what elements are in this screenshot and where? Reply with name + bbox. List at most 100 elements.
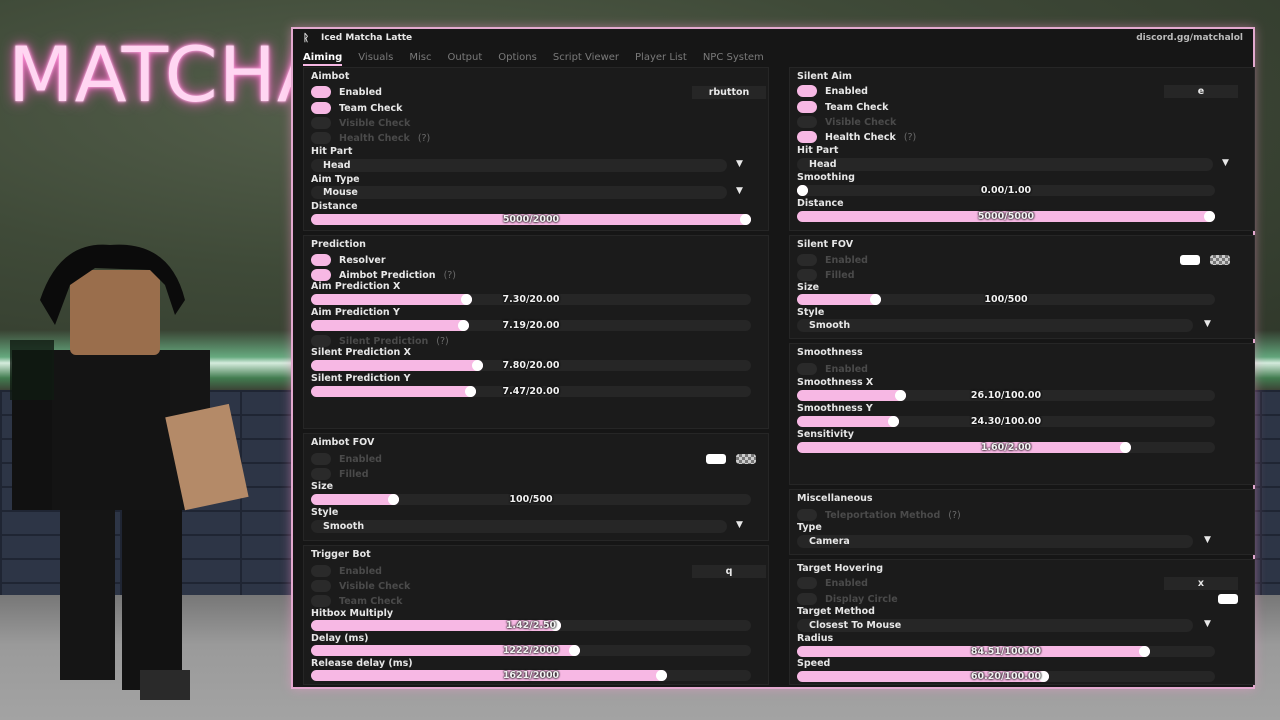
target-hovering-keybind[interactable]: x [1164, 577, 1238, 590]
aimbot-fov-enabled-toggle[interactable]: Enabled [311, 452, 382, 466]
silent-fov-size-slider[interactable]: 100/500 [797, 294, 1215, 305]
toggle-switch[interactable] [797, 593, 817, 605]
aim-prediction-y-slider[interactable]: 7.19/20.00 [311, 320, 751, 331]
aim-prediction-x-slider[interactable]: 7.30/20.00 [311, 294, 751, 305]
toggle-switch[interactable] [797, 131, 817, 143]
smoothness-x-slider[interactable]: 26.10/100.00 [797, 390, 1215, 401]
chevron-down-icon[interactable]: ▼ [1204, 535, 1211, 545]
silent-prediction-x-slider[interactable]: 7.80/20.00 [311, 360, 751, 371]
silent-fov-color-swatch[interactable] [1180, 255, 1200, 265]
release-delay-slider[interactable]: 1621/2000 [311, 670, 751, 681]
silent-aim-health-check-toggle[interactable]: Health Check (?) [797, 130, 916, 144]
radius-slider[interactable]: 84.51/100.00 [797, 646, 1215, 657]
toggle-switch[interactable] [311, 132, 331, 144]
tab-aiming[interactable]: Aiming [303, 52, 343, 66]
silent-distance-slider[interactable]: 5000/5000 [797, 211, 1215, 222]
distance-slider[interactable]: 5000/2000 [311, 214, 751, 225]
toggle-switch[interactable] [311, 269, 331, 281]
smoothness-enabled-toggle[interactable]: Enabled [797, 362, 868, 376]
toggle-switch[interactable] [311, 595, 331, 607]
silent-aim-keybind[interactable]: e [1164, 85, 1238, 98]
tab-npc-system[interactable]: NPC System [703, 52, 764, 63]
teleportation-method-toggle[interactable]: Teleportation Method (?) [797, 508, 961, 522]
aim-type-dropdown[interactable]: Mouse [311, 186, 727, 199]
silent-fov-enabled-toggle[interactable]: Enabled [797, 253, 868, 267]
tab-player-list[interactable]: Player List [635, 52, 687, 63]
help-icon[interactable]: (?) [948, 510, 960, 521]
toggle-switch[interactable] [311, 102, 331, 114]
trigger-bot-keybind[interactable]: q [692, 565, 766, 578]
tab-misc[interactable]: Misc [409, 52, 431, 63]
fov-style-dropdown[interactable]: Smooth [311, 520, 727, 533]
hit-part-dropdown[interactable]: Head [311, 159, 727, 172]
aimbot-enabled-toggle[interactable]: Enabled [311, 85, 382, 99]
smoothness-y-slider[interactable]: 24.30/100.00 [797, 416, 1215, 427]
silent-prediction-y-slider[interactable]: 7.47/20.00 [311, 386, 751, 397]
hitbox-multiply-slider[interactable]: 1.42/2.50 [311, 620, 751, 631]
tab-visuals[interactable]: Visuals [358, 52, 393, 63]
toggle-switch[interactable] [797, 363, 817, 375]
aimbot-visible-check-toggle[interactable]: Visible Check [311, 116, 410, 130]
toggle-switch[interactable] [311, 565, 331, 577]
aimbot-prediction-toggle[interactable]: Aimbot Prediction (?) [311, 268, 456, 282]
content-area: Aimbot Enabled rbutton Team Check Visibl… [303, 67, 1255, 685]
tab-script-viewer[interactable]: Script Viewer [553, 52, 619, 63]
aimbot-fov-filled-toggle[interactable]: Filled [311, 467, 369, 481]
chevron-down-icon[interactable]: ▼ [1204, 619, 1211, 629]
toggle-switch[interactable] [311, 117, 331, 129]
silent-aim-enabled-toggle[interactable]: Enabled [797, 84, 868, 98]
silent-aim-team-check-toggle[interactable]: Team Check [797, 100, 888, 114]
help-icon[interactable]: (?) [436, 336, 448, 347]
silent-fov-style-dropdown[interactable]: Smooth [797, 319, 1193, 332]
toggle-switch[interactable] [311, 453, 331, 465]
toggle-switch[interactable] [797, 509, 817, 521]
help-icon[interactable]: (?) [444, 270, 456, 281]
tab-options[interactable]: Options [498, 52, 537, 63]
toggle-switch[interactable] [797, 85, 817, 97]
silent-prediction-toggle[interactable]: Silent Prediction (?) [311, 334, 449, 348]
smoothing-slider[interactable]: 0.00/1.00 [797, 185, 1215, 196]
type-dropdown[interactable]: Camera [797, 535, 1193, 548]
discord-link[interactable]: discord.gg/matchalol [1136, 33, 1243, 43]
title-bar[interactable]: ᚱ Iced Matcha Latte discord.gg/matchalol [293, 29, 1253, 47]
toggle-switch[interactable] [311, 254, 331, 266]
display-circle-toggle[interactable]: Display Circle [797, 592, 898, 606]
chevron-down-icon[interactable]: ▼ [736, 186, 743, 196]
toggle-switch[interactable] [797, 269, 817, 281]
help-icon[interactable]: (?) [418, 133, 430, 144]
silent-fov-transparency-swatch[interactable] [1210, 255, 1230, 265]
aimbot-health-check-toggle[interactable]: Health Check (?) [311, 131, 430, 145]
aimbot-keybind[interactable]: rbutton [692, 86, 766, 99]
toggle-switch[interactable] [311, 468, 331, 480]
chevron-down-icon[interactable]: ▼ [1204, 319, 1211, 329]
toggle-switch[interactable] [797, 577, 817, 589]
resolver-toggle[interactable]: Resolver [311, 253, 386, 267]
circle-color-swatch[interactable] [1218, 594, 1238, 604]
speed-slider[interactable]: 60.20/100.00 [797, 671, 1215, 682]
trigger-visible-check-toggle[interactable]: Visible Check [311, 579, 410, 593]
toggle-switch[interactable] [311, 580, 331, 592]
fov-transparency-swatch[interactable] [736, 454, 756, 464]
fov-color-swatch[interactable] [706, 454, 726, 464]
chevron-down-icon[interactable]: ▼ [1222, 158, 1229, 168]
aimbot-team-check-toggle[interactable]: Team Check [311, 101, 402, 115]
help-icon[interactable]: (?) [904, 132, 916, 143]
silent-fov-filled-toggle[interactable]: Filled [797, 268, 855, 282]
chevron-down-icon[interactable]: ▼ [736, 159, 743, 169]
silent-aim-visible-check-toggle[interactable]: Visible Check [797, 115, 896, 129]
target-hovering-enabled-toggle[interactable]: Enabled [797, 576, 868, 590]
sensitivity-slider[interactable]: 1.60/2.00 [797, 442, 1215, 453]
toggle-switch[interactable] [797, 101, 817, 113]
chevron-down-icon[interactable]: ▼ [736, 520, 743, 530]
toggle-switch[interactable] [797, 116, 817, 128]
fov-size-slider[interactable]: 100/500 [311, 494, 751, 505]
toggle-switch[interactable] [311, 86, 331, 98]
trigger-team-check-toggle[interactable]: Team Check [311, 594, 402, 608]
silent-hit-part-dropdown[interactable]: Head [797, 158, 1213, 171]
toggle-switch[interactable] [797, 254, 817, 266]
delay-slider[interactable]: 1222/2000 [311, 645, 751, 656]
tab-output[interactable]: Output [448, 52, 483, 63]
trigger-bot-enabled-toggle[interactable]: Enabled [311, 564, 382, 578]
target-method-dropdown[interactable]: Closest To Mouse [797, 619, 1193, 632]
toggle-switch[interactable] [311, 335, 331, 347]
